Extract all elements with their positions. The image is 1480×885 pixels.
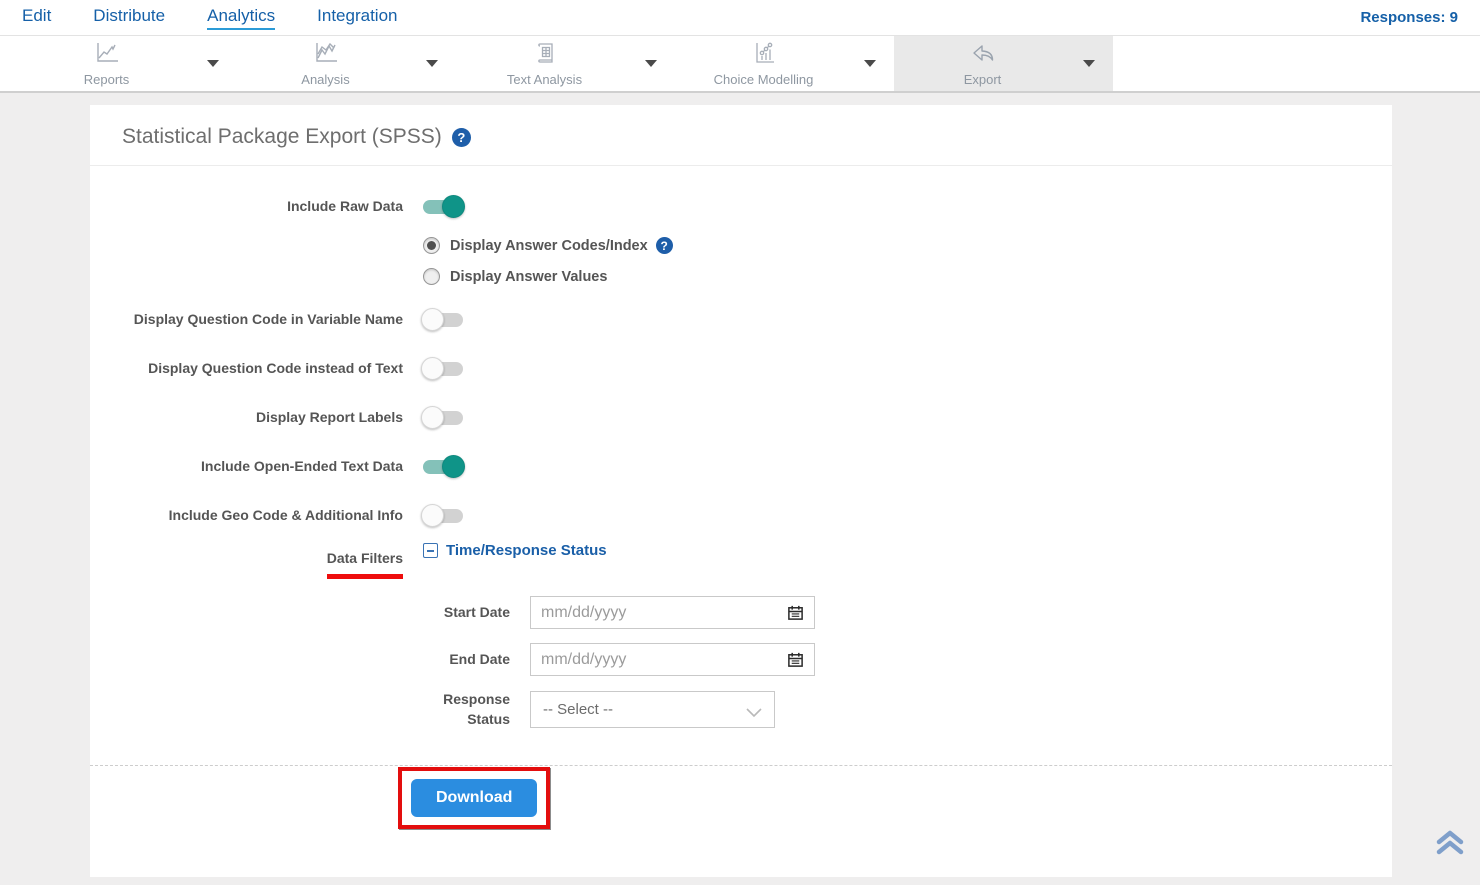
setting-row-question-code-variable: Display Question Code in Variable Name (90, 305, 1392, 335)
data-filters-label: Data Filters (90, 550, 403, 579)
calendar-icon[interactable] (787, 651, 804, 668)
subnav-label: Analysis (301, 72, 349, 87)
setting-row-open-ended: Include Open-Ended Text Data (90, 452, 1392, 482)
analytics-subnav: Reports Analysis (0, 36, 1480, 93)
setting-row-question-code-text: Display Question Code instead of Text (90, 354, 1392, 384)
subnav-label: Reports (84, 72, 130, 87)
radio-button[interactable] (423, 268, 440, 285)
document-grid-icon (532, 41, 558, 70)
select-value: -- Select -- (543, 701, 746, 718)
line-chart-icon (94, 41, 120, 70)
end-date-field (530, 643, 815, 676)
toggle-knob (421, 308, 444, 331)
data-filters-label-text: Data Filters (327, 550, 403, 579)
download-area: Download (398, 768, 1392, 829)
response-status-label: Response Status (90, 690, 510, 729)
question-code-variable-toggle[interactable] (423, 313, 463, 327)
setting-row-report-labels: Display Report Labels (90, 403, 1392, 433)
help-icon[interactable]: ? (452, 128, 471, 147)
export-settings-form: Include Raw Data Display Answer Codes/In… (90, 166, 1392, 729)
setting-label: Include Open-Ended Text Data (90, 458, 403, 476)
chevron-down-icon[interactable] (864, 60, 876, 67)
section-title: Time/Response Status (446, 542, 607, 559)
setting-row-geo-code: Include Geo Code & Additional Info (90, 501, 1392, 531)
report-labels-toggle[interactable] (423, 411, 463, 425)
setting-label: Include Raw Data (90, 198, 403, 216)
tab-analytics[interactable]: Analytics (207, 6, 275, 30)
setting-label: Display Report Labels (90, 409, 403, 427)
export-arrow-icon (970, 41, 996, 70)
open-ended-toggle[interactable] (423, 460, 463, 474)
panel-title-row: Statistical Package Export (SPSS) ? (90, 105, 1392, 166)
chevron-down-icon[interactable] (207, 60, 219, 67)
include-raw-data-toggle[interactable] (423, 200, 463, 214)
answer-display-radio-group: Display Answer Codes/Index ? Display Ans… (423, 237, 1392, 285)
setting-label: Display Question Code in Variable Name (90, 311, 403, 329)
setting-label: Display Question Code instead of Text (90, 360, 403, 378)
question-code-text-toggle[interactable] (423, 362, 463, 376)
toggle-knob (442, 195, 465, 218)
start-date-input[interactable] (541, 604, 787, 622)
subnav-item-export[interactable]: Export (894, 36, 1113, 91)
tab-distribute[interactable]: Distribute (93, 6, 165, 30)
start-date-field (530, 596, 815, 629)
tab-edit[interactable]: Edit (22, 6, 51, 30)
end-date-input[interactable] (541, 651, 787, 669)
setting-label: Include Geo Code & Additional Info (90, 507, 403, 525)
chevron-down-icon[interactable] (426, 60, 438, 67)
scatter-bar-chart-icon (751, 41, 777, 70)
setting-row-include-raw-data: Include Raw Data (90, 192, 1392, 222)
geo-code-toggle[interactable] (423, 509, 463, 523)
radio-button[interactable] (423, 237, 440, 254)
time-response-status-header[interactable]: Time/Response Status (423, 542, 607, 559)
chevron-down-icon[interactable] (645, 60, 657, 67)
start-date-row: Start Date (90, 596, 1392, 629)
toggle-knob (421, 406, 444, 429)
dashed-separator (90, 765, 1392, 766)
toggle-knob (421, 504, 444, 527)
tab-integration[interactable]: Integration (317, 6, 397, 30)
subnav-item-text-analysis[interactable]: Text Analysis (456, 36, 675, 91)
responses-count: Responses: 9 (1360, 9, 1458, 26)
radio-label: Display Answer Values (450, 269, 607, 285)
collapse-minus-icon[interactable] (423, 543, 438, 558)
chevron-down-icon[interactable] (1083, 60, 1095, 67)
subnav-item-analysis[interactable]: Analysis (237, 36, 456, 91)
chevron-down-icon (746, 705, 762, 715)
calendar-icon[interactable] (787, 604, 804, 621)
help-icon[interactable]: ? (656, 237, 673, 254)
subnav-label: Choice Modelling (714, 72, 814, 87)
top-navigation: Edit Distribute Analytics Integration Re… (0, 0, 1480, 36)
toggle-knob (442, 455, 465, 478)
subnav-label: Export (964, 72, 1002, 87)
radio-label: Display Answer Codes/Index (450, 238, 648, 254)
subnav-item-choice-modelling[interactable]: Choice Modelling (675, 36, 894, 91)
download-button[interactable]: Download (411, 779, 537, 817)
subnav-item-reports[interactable]: Reports (18, 36, 237, 91)
toggle-knob (421, 357, 444, 380)
radio-display-answer-codes[interactable]: Display Answer Codes/Index ? (423, 237, 1392, 254)
scroll-to-top-button[interactable] (1434, 828, 1466, 863)
response-status-select[interactable]: -- Select -- (530, 691, 775, 728)
export-panel: Statistical Package Export (SPSS) ? Incl… (90, 105, 1392, 877)
subnav-label: Text Analysis (507, 72, 582, 87)
end-date-label: End Date (90, 650, 510, 670)
multi-line-chart-icon (313, 41, 339, 70)
response-status-row: Response Status -- Select -- (90, 690, 1392, 729)
start-date-label: Start Date (90, 603, 510, 623)
data-filters-row: Data Filters Time/Response Status (90, 550, 1392, 580)
radio-display-answer-values[interactable]: Display Answer Values (423, 268, 1392, 285)
end-date-row: End Date (90, 643, 1392, 676)
page-title: Statistical Package Export (SPSS) (122, 125, 442, 149)
red-highlight-box: Download (398, 767, 550, 829)
